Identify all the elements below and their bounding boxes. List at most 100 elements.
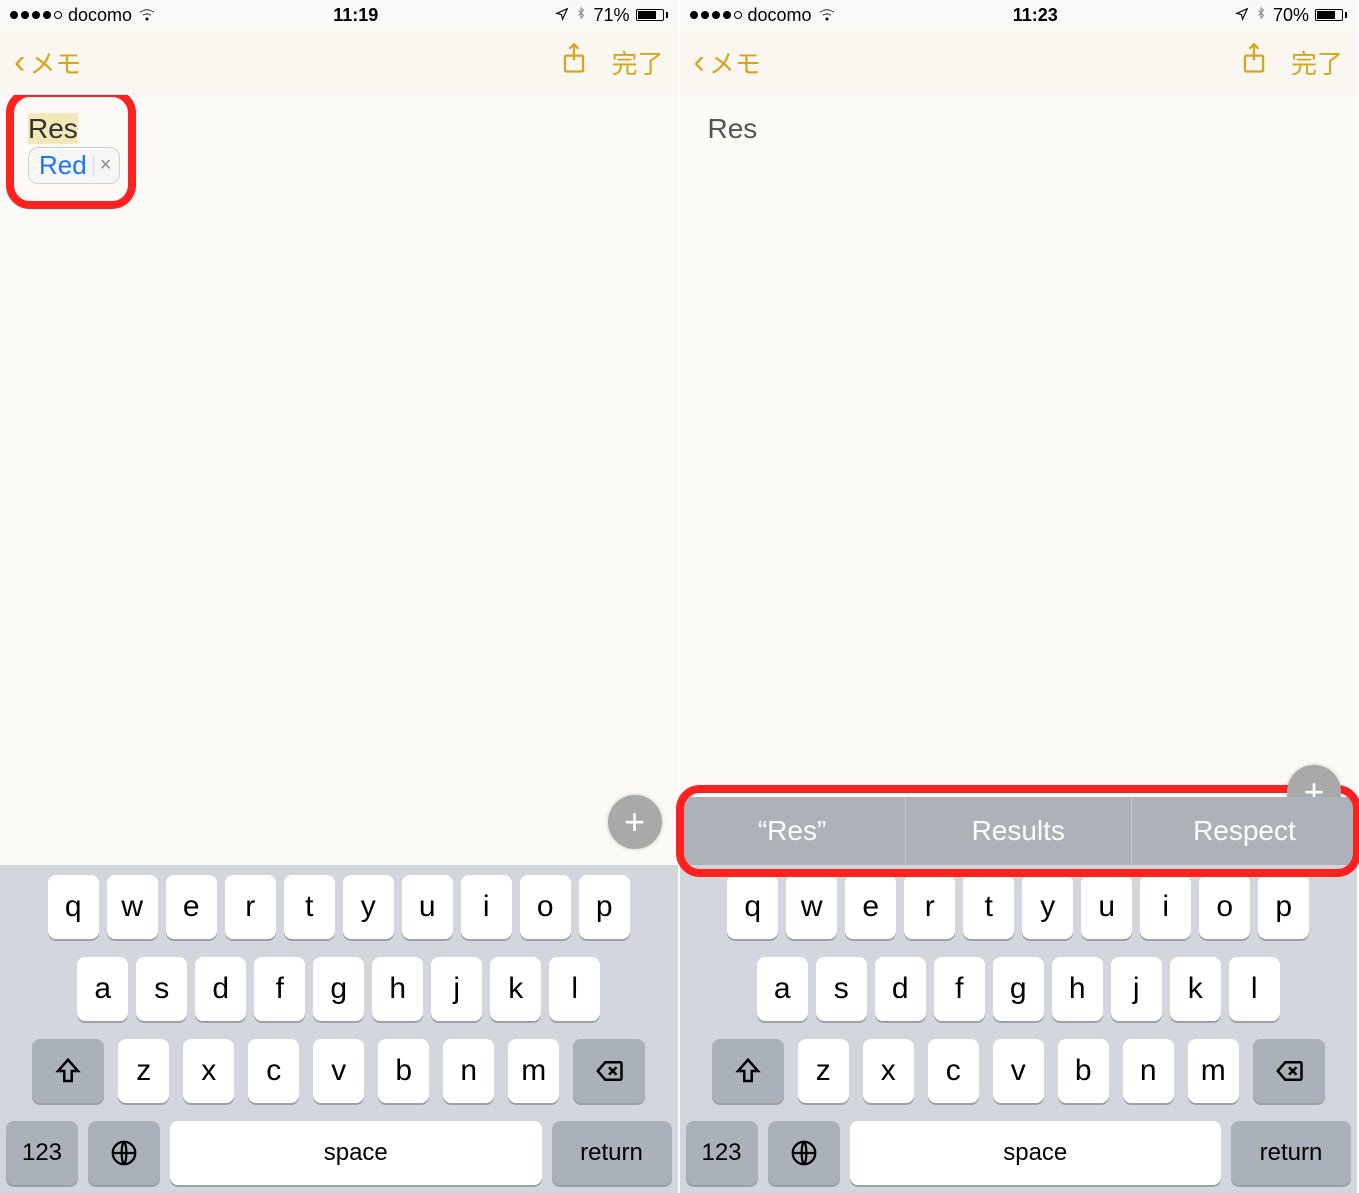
key-z[interactable]: z [118, 1039, 169, 1103]
key-m[interactable]: m [508, 1039, 559, 1103]
key-shift[interactable] [32, 1039, 104, 1103]
key-k[interactable]: k [490, 957, 541, 1021]
key-c[interactable]: c [248, 1039, 299, 1103]
share-button[interactable] [1239, 42, 1269, 83]
key-c[interactable]: c [928, 1039, 979, 1103]
key-o[interactable]: o [1199, 875, 1250, 939]
key-b[interactable]: b [1058, 1039, 1109, 1103]
key-k[interactable]: k [1170, 957, 1221, 1021]
key-r[interactable]: r [904, 875, 955, 939]
note-text[interactable]: Res [708, 113, 758, 144]
plus-icon: + [1303, 774, 1324, 797]
key-globe[interactable] [768, 1121, 840, 1185]
key-g[interactable]: g [993, 957, 1044, 1021]
key-u[interactable]: u [402, 875, 453, 939]
carrier-label: docomo [748, 5, 812, 26]
keyboard: q w e r t y u i o p a s d f g h j k l z [0, 865, 678, 1193]
nav-bar: ‹ メモ 完了 [680, 30, 1358, 94]
key-backspace[interactable] [573, 1039, 645, 1103]
key-globe[interactable] [88, 1121, 160, 1185]
key-e[interactable]: e [845, 875, 896, 939]
note-text[interactable]: Res [28, 113, 78, 144]
autocorrect-suggestion[interactable]: Red × [28, 147, 120, 184]
key-y[interactable]: y [1022, 875, 1073, 939]
key-q[interactable]: q [48, 875, 99, 939]
key-b[interactable]: b [378, 1039, 429, 1103]
key-f[interactable]: f [934, 957, 985, 1021]
key-p[interactable]: p [1258, 875, 1309, 939]
location-icon [555, 5, 569, 26]
back-button[interactable]: ‹ メモ [14, 43, 81, 82]
quicktype-bar: “Res” Results Respect [680, 797, 1358, 865]
key-w[interactable]: w [786, 875, 837, 939]
key-y[interactable]: y [343, 875, 394, 939]
key-d[interactable]: d [195, 957, 246, 1021]
add-button[interactable]: + [1287, 765, 1341, 797]
back-label: メモ [709, 44, 761, 81]
key-v[interactable]: v [993, 1039, 1044, 1103]
key-h[interactable]: h [372, 957, 423, 1021]
done-button[interactable]: 完了 [1291, 44, 1343, 81]
key-d[interactable]: d [875, 957, 926, 1021]
key-e[interactable]: e [166, 875, 217, 939]
close-icon[interactable]: × [93, 154, 112, 177]
key-p[interactable]: p [579, 875, 630, 939]
key-l[interactable]: l [1229, 957, 1280, 1021]
key-q[interactable]: q [727, 875, 778, 939]
key-u[interactable]: u [1081, 875, 1132, 939]
carrier-label: docomo [68, 5, 132, 26]
autocorrect-suggestion-label: Red [39, 150, 87, 181]
screen-right: docomo 11:23 70% ‹ メモ [680, 0, 1359, 1193]
share-button[interactable] [559, 42, 589, 83]
key-return[interactable]: return [552, 1121, 672, 1185]
key-s[interactable]: s [136, 957, 187, 1021]
key-v[interactable]: v [313, 1039, 364, 1103]
signal-icon [690, 11, 742, 19]
key-j[interactable]: j [431, 957, 482, 1021]
battery-percent-label: 71% [593, 5, 629, 26]
key-f[interactable]: f [254, 957, 305, 1021]
key-a[interactable]: a [757, 957, 808, 1021]
key-x[interactable]: x [183, 1039, 234, 1103]
key-return[interactable]: return [1231, 1121, 1351, 1185]
key-a[interactable]: a [77, 957, 128, 1021]
done-button[interactable]: 完了 [611, 44, 663, 81]
key-s[interactable]: s [816, 957, 867, 1021]
back-button[interactable]: ‹ メモ [694, 43, 761, 82]
key-t[interactable]: t [963, 875, 1014, 939]
plus-icon: + [624, 804, 645, 840]
screen-left: docomo 11:19 71% ‹ メモ [0, 0, 680, 1193]
quicktype-suggestion-2[interactable]: Results [906, 797, 1132, 865]
key-x[interactable]: x [863, 1039, 914, 1103]
wifi-icon [818, 4, 836, 27]
key-o[interactable]: o [520, 875, 571, 939]
bluetooth-icon [1255, 5, 1267, 26]
key-z[interactable]: z [798, 1039, 849, 1103]
keyboard: q w e r t y u i o p a s d f g h j k l z [680, 865, 1358, 1193]
note-body[interactable]: Res + [680, 94, 1358, 797]
key-space[interactable]: space [170, 1121, 542, 1185]
clock-label: 11:19 [333, 5, 378, 26]
key-r[interactable]: r [225, 875, 276, 939]
chevron-left-icon: ‹ [694, 43, 705, 82]
key-123[interactable]: 123 [6, 1121, 78, 1185]
add-button[interactable]: + [608, 795, 662, 849]
key-n[interactable]: n [443, 1039, 494, 1103]
key-i[interactable]: i [1140, 875, 1191, 939]
key-shift[interactable] [712, 1039, 784, 1103]
key-w[interactable]: w [107, 875, 158, 939]
key-j[interactable]: j [1111, 957, 1162, 1021]
key-123[interactable]: 123 [686, 1121, 758, 1185]
key-n[interactable]: n [1123, 1039, 1174, 1103]
key-backspace[interactable] [1253, 1039, 1325, 1103]
key-t[interactable]: t [284, 875, 335, 939]
key-i[interactable]: i [461, 875, 512, 939]
key-h[interactable]: h [1052, 957, 1103, 1021]
key-g[interactable]: g [313, 957, 364, 1021]
quicktype-suggestion-1[interactable]: “Res” [680, 797, 906, 865]
key-space[interactable]: space [850, 1121, 1222, 1185]
key-m[interactable]: m [1188, 1039, 1239, 1103]
note-body[interactable]: Res Red × + [0, 94, 678, 865]
key-l[interactable]: l [549, 957, 600, 1021]
quicktype-suggestion-3[interactable]: Respect [1132, 797, 1357, 865]
